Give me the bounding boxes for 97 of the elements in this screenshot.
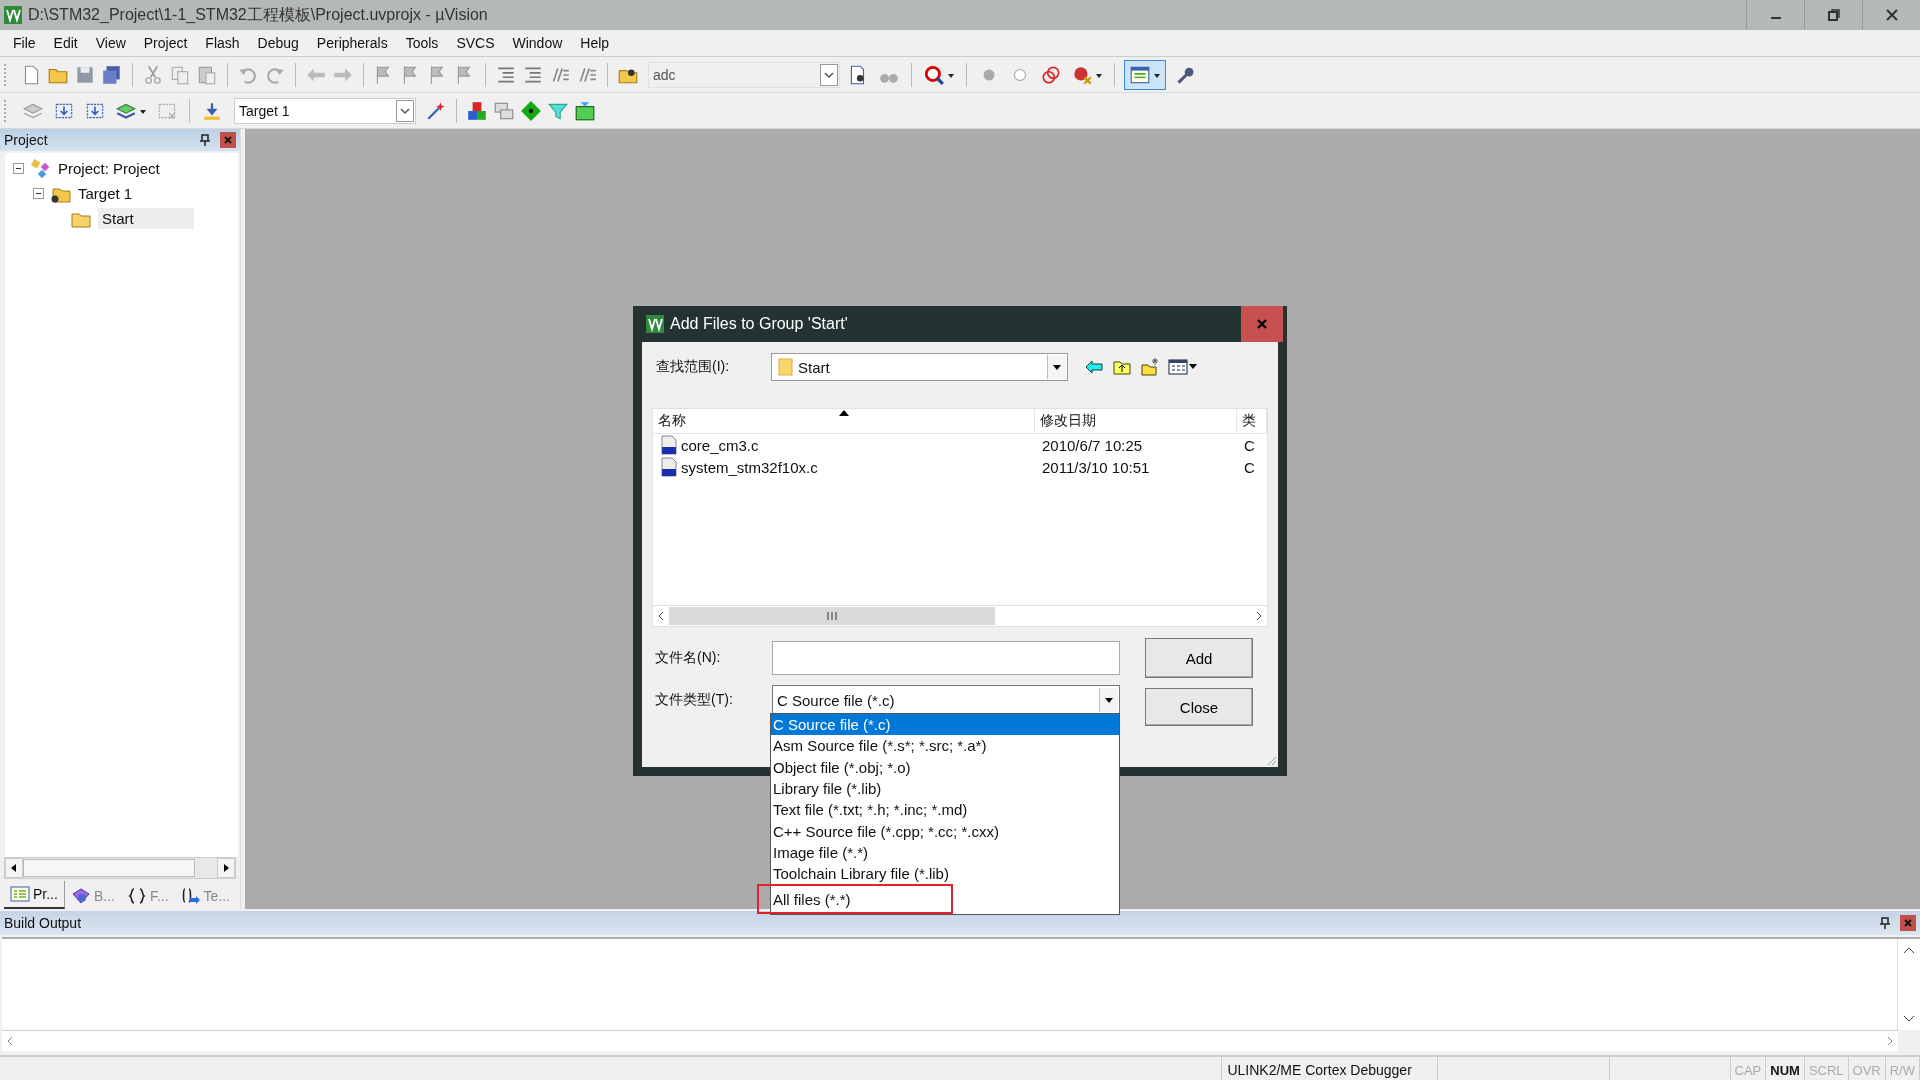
dropdown-option[interactable]: Image file (*.*)	[771, 841, 1119, 864]
close-button[interactable]	[1241, 306, 1283, 342]
status-indicator: SCRL	[1804, 1057, 1849, 1080]
file-name-field[interactable]	[772, 641, 1120, 675]
file-type: C	[1243, 436, 1256, 454]
dropdown-option[interactable]: Toolchain Library file (*.lib)	[771, 863, 1119, 885]
app-logo-icon	[646, 315, 664, 333]
collapse-toggle-icon[interactable]	[33, 188, 44, 199]
close-button[interactable]: Close	[1145, 688, 1253, 726]
menu-item[interactable]: Edit	[44, 35, 87, 51]
panel-icon	[10, 885, 30, 903]
view-menu-icon[interactable]	[1168, 357, 1198, 377]
scrollbar-thumb[interactable]	[669, 607, 995, 625]
horizontal-scrollbar[interactable]	[653, 605, 1267, 626]
scroll-left-icon[interactable]	[5, 858, 23, 878]
scrollbar-thumb[interactable]	[23, 859, 195, 877]
new-folder-icon[interactable]	[1140, 357, 1160, 377]
menu-item[interactable]: Help	[571, 35, 619, 51]
file-date: 2010/6/7 10:25	[1041, 436, 1144, 454]
dropdown-button[interactable]	[1099, 688, 1118, 712]
collapse-toggle-icon[interactable]	[13, 163, 24, 174]
panel-title: Build Output	[4, 915, 83, 931]
menu-item[interactable]: File	[4, 35, 45, 51]
menu-item[interactable]: Debug	[248, 35, 308, 51]
file-name: system_stm32f10x.c	[681, 458, 818, 476]
file-date: 2011/3/10 10:51	[1041, 458, 1151, 476]
window-layout-icon[interactable]	[1124, 59, 1166, 90]
tree-item[interactable]: Project: Project	[5, 156, 238, 181]
file-type: C	[1243, 458, 1256, 476]
debugger-status: ULINK2/ME Cortex Debugger	[1222, 1057, 1438, 1080]
caret-icon[interactable]	[396, 99, 414, 122]
minimize-icon	[1770, 17, 1781, 19]
file-row[interactable]: core_cm3.c 2010/6/7 10:25 C	[653, 434, 1267, 456]
status-indicator: NUM	[1766, 1057, 1805, 1080]
menu-item[interactable]: Project	[134, 35, 197, 51]
status-indicator: OVR	[1848, 1057, 1886, 1080]
menu-item[interactable]: Window	[503, 35, 572, 51]
column-header[interactable]: 类	[1237, 409, 1267, 433]
menu-item[interactable]: SVCS	[447, 35, 504, 51]
window-title: D:\STM32_Project\1-1_STM32工程模板\Project.uvprojx - µVision	[28, 4, 488, 25]
status-indicator: R/W	[1885, 1057, 1920, 1080]
column-header[interactable]: 名称	[653, 409, 1035, 433]
file-name: core_cm3.c	[681, 436, 759, 454]
blocks-icon[interactable]	[466, 99, 488, 122]
find-combo[interactable]: adc	[648, 61, 840, 88]
menu-item[interactable]: Tools	[396, 35, 448, 51]
c-file-icon	[660, 457, 678, 477]
menu-item[interactable]: View	[86, 35, 135, 51]
scroll-right-icon[interactable]	[217, 858, 235, 878]
look-in-label: 查找范围(I):	[655, 358, 731, 376]
save-all-icon[interactable]	[101, 63, 123, 86]
pin-icon[interactable]	[200, 134, 210, 146]
diamond-icon[interactable]	[520, 99, 542, 122]
dropdown-option[interactable]: Library file (*.lib)	[771, 777, 1119, 800]
file-name-label: 文件名(N):	[654, 649, 722, 667]
dropdown-option[interactable]: Text file (*.txt; *.h; *.inc; *.md)	[771, 799, 1119, 821]
book-icon	[70, 887, 91, 905]
project-icon	[30, 158, 52, 179]
tree-item[interactable]: Start	[5, 206, 238, 231]
dropdown-option[interactable]: C Source file (*.c)	[771, 714, 1119, 736]
menu-item[interactable]: Peripherals	[307, 35, 397, 51]
package-icon[interactable]	[574, 99, 596, 122]
pin-icon[interactable]	[1880, 917, 1890, 929]
vertical-scrollbar[interactable]	[1897, 939, 1920, 1030]
dropdown-button[interactable]	[1047, 355, 1066, 379]
look-in-combo[interactable]: Start	[771, 353, 1068, 381]
caret-icon[interactable]	[820, 63, 838, 86]
panel-tab[interactable]: Pr...	[4, 881, 65, 909]
dropdown-option[interactable]: All files (*.*)	[757, 884, 953, 915]
template-arrow-icon	[180, 887, 201, 905]
resize-grip-icon[interactable]	[1265, 754, 1277, 766]
close-icon	[1255, 317, 1269, 331]
menu-item[interactable]: Flash	[196, 35, 249, 51]
folder-icon	[778, 357, 794, 377]
dialog-title: Add Files to Group 'Start'	[670, 315, 849, 333]
dropdown-option[interactable]: Asm Source file (*.s*; *.src; *.a*)	[771, 735, 1119, 757]
status-indicator: CAP	[1730, 1057, 1767, 1080]
horizontal-scrollbar[interactable]	[4, 857, 236, 879]
dropdown-option[interactable]: Object file (*.obj; *.o)	[771, 756, 1119, 778]
tree-item[interactable]: Target 1	[5, 181, 238, 206]
sort-arrow-icon	[838, 410, 849, 416]
close-icon	[1884, 8, 1899, 22]
app-logo-icon	[4, 6, 22, 24]
restore-icon	[1826, 8, 1841, 22]
close-icon[interactable]	[1900, 915, 1916, 931]
grip-icon	[826, 611, 838, 621]
file-type-label: 文件类型(T):	[654, 691, 734, 709]
file-row[interactable]: system_stm32f10x.c 2011/3/10 10:51 C	[653, 456, 1267, 478]
target-combo[interactable]: Target 1	[234, 97, 416, 124]
braces-icon	[126, 887, 147, 905]
close-icon[interactable]	[220, 132, 236, 148]
panel-title: Project	[4, 132, 49, 148]
file-type-combo[interactable]: C Source file (*.c)	[772, 685, 1120, 715]
cut-icon[interactable]	[142, 63, 164, 86]
dropdown-option[interactable]: C++ Source file (*.cpp; *.cc; *.cxx)	[771, 820, 1119, 842]
add-button[interactable]: Add	[1145, 638, 1253, 678]
column-header[interactable]: 修改日期	[1035, 409, 1237, 433]
